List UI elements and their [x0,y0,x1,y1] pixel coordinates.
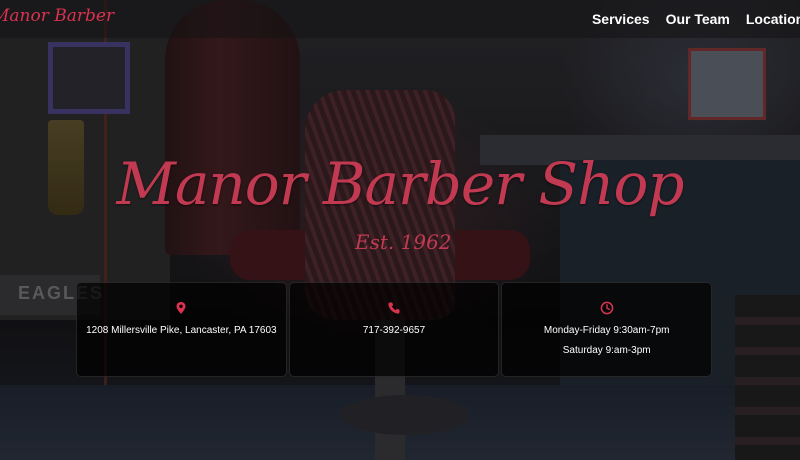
nav-link-locations[interactable]: Locations [746,11,800,27]
phone-number[interactable]: 717-392-9657 [290,325,499,336]
hours-saturday: Saturday 9:am-3pm [562,345,651,356]
map-pin-icon [176,302,186,314]
address-text[interactable]: 1208 Millersville Pike, Lancaster, PA 17… [77,325,286,336]
phone-icon [388,302,400,314]
top-nav: Manor Barber Services Our Team Locations [0,0,800,38]
nav-link-our-team[interactable]: Our Team [666,11,730,27]
nav-link-services[interactable]: Services [592,11,650,27]
clock-icon [600,301,614,315]
hero-subtitle: Est. 1962 [355,230,452,254]
hours-weekday: Monday-Friday 9:30am-7pm [543,325,670,336]
address-card: 1208 Millersville Pike, Lancaster, PA 17… [76,282,287,377]
phone-card: 717-392-9657 [288,282,500,377]
hours-card: Monday-Friday 9:30am-7pm Saturday 9:am-3… [501,282,713,377]
hero-title: Manor Barber Shop [116,150,684,218]
nav-links: Services Our Team Locations [592,0,800,38]
info-cards: 1208 Millersville Pike, Lancaster, PA 17… [76,282,713,377]
site-logo[interactable]: Manor Barber [0,6,114,26]
